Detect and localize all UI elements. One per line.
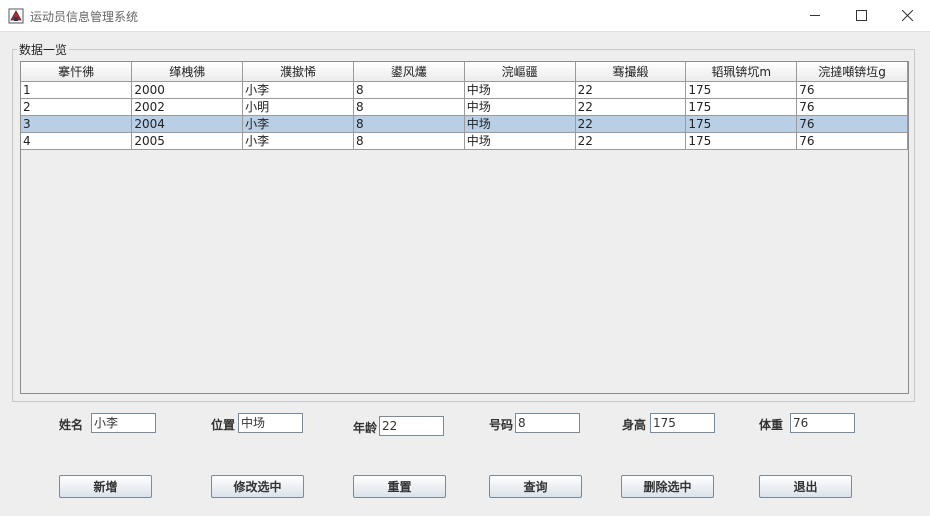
table-cell[interactable]: 小李: [242, 81, 354, 99]
title-bar: 运动员信息管理系统: [0, 0, 930, 32]
table-row-selected[interactable]: 3 2004 小李 8 中场 22 175 76: [21, 115, 908, 133]
group-title: 数据一览: [17, 41, 70, 58]
weight-field[interactable]: 76: [790, 413, 855, 433]
table-cell[interactable]: 76: [796, 98, 908, 116]
col-header-height[interactable]: 韬珮锛坈m: [685, 62, 798, 82]
table-cell[interactable]: 22: [575, 132, 687, 150]
table-header-row: 搴忓彿 缂栧彿 濮撳悕 鍙风爜 浣嶇疆 骞撮緞 韬珮锛坈m 浣撻噸锛坘g: [21, 62, 908, 82]
table-cell[interactable]: 8: [353, 98, 465, 116]
table-cell[interactable]: 2: [21, 98, 133, 116]
table-cell[interactable]: 76: [796, 132, 908, 150]
number-field[interactable]: 8: [515, 413, 580, 433]
maximize-icon: [855, 10, 867, 21]
table-cell[interactable]: 2005: [131, 132, 244, 150]
table-cell[interactable]: 8: [353, 132, 465, 150]
table-cell[interactable]: 4: [21, 132, 133, 150]
col-header-age[interactable]: 骞撮緞: [575, 62, 687, 82]
java-cup-icon: [8, 8, 24, 24]
height-label: 身高: [622, 418, 647, 432]
table-cell[interactable]: 小李: [242, 132, 354, 150]
table-cell[interactable]: 中场: [464, 132, 576, 150]
close-icon: [901, 10, 913, 21]
age-label: 年龄: [353, 421, 378, 435]
table-cell[interactable]: 8: [353, 81, 465, 99]
table-row[interactable]: 1 2000 小李 8 中场 22 175 76: [21, 81, 908, 99]
col-header-name[interactable]: 濮撳悕: [242, 62, 354, 82]
window-title: 运动员信息管理系统: [30, 10, 139, 24]
query-button[interactable]: 查询: [489, 475, 582, 498]
table-cell[interactable]: 8: [353, 115, 465, 133]
table-cell[interactable]: 小明: [242, 98, 354, 116]
table-cell[interactable]: 中场: [464, 115, 576, 133]
table-row[interactable]: 4 2005 小李 8 中场 22 175 76: [21, 132, 908, 150]
table-cell[interactable]: 小李: [242, 115, 354, 133]
delete-selected-button[interactable]: 删除选中: [621, 475, 714, 498]
name-label: 姓名: [59, 418, 84, 432]
reset-button[interactable]: 重置: [353, 475, 446, 498]
table-cell[interactable]: 22: [575, 115, 687, 133]
col-header-position[interactable]: 浣嶇疆: [464, 62, 576, 82]
modify-selected-button[interactable]: 修改选中: [211, 475, 304, 498]
height-field[interactable]: 175: [650, 413, 715, 433]
table-cell[interactable]: 2000: [131, 81, 244, 99]
close-button[interactable]: [884, 0, 930, 31]
name-field[interactable]: 小李: [91, 413, 156, 433]
add-button[interactable]: 新增: [59, 475, 152, 498]
table-cell[interactable]: 175: [685, 81, 798, 99]
athlete-table: 搴忓彿 缂栧彿 濮撳悕 鍙风爜 浣嶇疆 骞撮緞 韬珮锛坈m 浣撻噸锛坘g 1 2…: [21, 62, 908, 150]
table-row[interactable]: 2 2002 小明 8 中场 22 175 76: [21, 98, 908, 116]
table-cell[interactable]: 76: [796, 115, 908, 133]
table-cell[interactable]: 22: [575, 81, 687, 99]
table-cell[interactable]: 22: [575, 98, 687, 116]
col-header-index[interactable]: 搴忓彿: [21, 62, 133, 82]
table-cell[interactable]: 中场: [464, 81, 576, 99]
minimize-button[interactable]: [792, 0, 838, 31]
maximize-button[interactable]: [838, 0, 884, 31]
col-header-weight[interactable]: 浣撻噸锛坘g: [796, 62, 908, 82]
table-cell[interactable]: 76: [796, 81, 908, 99]
age-field[interactable]: 22: [379, 416, 444, 436]
position-label: 位置: [211, 418, 236, 432]
col-header-number[interactable]: 鍙风爜: [353, 62, 465, 82]
exit-button[interactable]: 退出: [759, 475, 852, 498]
table-cell[interactable]: 1: [21, 81, 133, 99]
table-cell[interactable]: 中场: [464, 98, 576, 116]
table-cell[interactable]: 175: [685, 98, 798, 116]
table-cell[interactable]: 2002: [131, 98, 244, 116]
position-field[interactable]: 中场: [238, 413, 303, 433]
table-cell[interactable]: 175: [685, 115, 798, 133]
table-cell[interactable]: 175: [685, 132, 798, 150]
table-cell[interactable]: 3: [21, 115, 133, 133]
col-header-id[interactable]: 缂栧彿: [131, 62, 244, 82]
weight-label: 体重: [759, 418, 784, 432]
number-label: 号码: [489, 418, 514, 432]
table-scroll-pane[interactable]: 搴忓彿 缂栧彿 濮撳悕 鍙风爜 浣嶇疆 骞撮緞 韬珮锛坈m 浣撻噸锛坘g 1 2…: [20, 61, 909, 394]
table-cell[interactable]: 2004: [131, 115, 244, 133]
minimize-icon: [809, 15, 820, 16]
